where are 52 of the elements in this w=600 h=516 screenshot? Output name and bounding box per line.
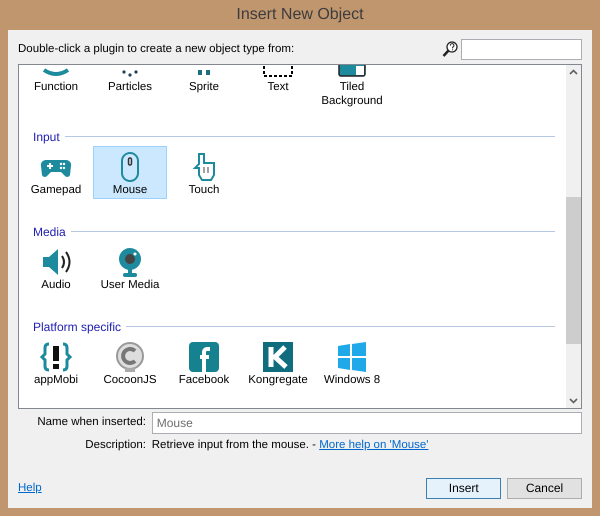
- scroll-thumb[interactable]: [566, 196, 581, 344]
- letter-tile-icon: [262, 340, 294, 373]
- plugin-item[interactable]: Particles: [93, 64, 167, 110]
- plugin-item[interactable]: Text: [241, 64, 315, 110]
- plugin-label: Particles: [106, 80, 154, 94]
- plugin-label: appMobi: [32, 372, 80, 387]
- help-link[interactable]: Help: [18, 480, 426, 497]
- plugin-item[interactable]: Gamepad: [19, 146, 93, 199]
- field-label: Description:: [84, 438, 146, 453]
- plugin-item[interactable]: Audio: [19, 240, 93, 294]
- search-field[interactable]: [461, 39, 582, 60]
- plugin-item[interactable]: appMobi: [19, 336, 93, 389]
- plugin-label: Kongregate: [247, 372, 309, 387]
- plugin-label: Sprite: [188, 80, 220, 94]
- plugin-label: Touch: [188, 182, 220, 197]
- plugin-label: Tiled Background: [320, 80, 384, 108]
- plugin-item[interactable]: Function: [19, 64, 93, 110]
- name-field[interactable]: Mouse: [152, 412, 582, 434]
- plugin-label: CocoonJS: [102, 372, 158, 387]
- window-tiles-icon: [336, 340, 368, 373]
- plugin-item[interactable]: CocoonJS: [93, 336, 167, 389]
- plugin-item[interactable]: Touch: [167, 146, 241, 199]
- plugin-label: Mouse: [112, 182, 148, 197]
- plugin-label: Function: [32, 80, 80, 94]
- description-text: Retrieve input from the mouse. - More help on 'Mouse': [152, 438, 428, 453]
- plugin-label: Windows 8: [322, 372, 382, 387]
- search-icon: [442, 41, 458, 58]
- plugin-item[interactable]: Tiled Background: [315, 64, 389, 110]
- default-button[interactable]: Insert: [426, 478, 502, 499]
- section-heading: Media: [33, 224, 66, 241]
- field-label: Name when inserted:: [36, 415, 146, 430]
- plugin-item[interactable]: Kongregate: [241, 336, 315, 389]
- plugin-item[interactable]: Windows 8: [315, 336, 389, 389]
- plugin-label: Text: [266, 80, 290, 94]
- section-heading: Platform specific: [33, 318, 122, 336]
- plugin-label: User Media: [100, 278, 160, 292]
- window-title: Insert New Object: [235, 5, 365, 25]
- letter-tile-icon: [188, 340, 220, 373]
- dialog-button[interactable]: Cancel: [507, 478, 582, 499]
- instruction-text: Double-click a plugin to create a new object type from:: [18, 42, 296, 57]
- plugin-label: Facebook: [178, 372, 230, 387]
- plugin-item[interactable]: Sprite: [167, 64, 241, 110]
- ring-icon: [114, 340, 146, 373]
- plugin-label: Gamepad: [30, 182, 82, 197]
- plugin-item[interactable]: Facebook: [167, 336, 241, 389]
- help-link[interactable]: More help on 'Mouse': [319, 438, 428, 451]
- section-heading: Input: [33, 128, 60, 146]
- plugin-label: Audio: [40, 278, 72, 292]
- braces-icon: [40, 340, 72, 373]
- plugin-item[interactable]: Mouse: [93, 146, 167, 199]
- plugin-item[interactable]: User Media: [93, 240, 167, 294]
- scrollbar[interactable]: [566, 64, 581, 408]
